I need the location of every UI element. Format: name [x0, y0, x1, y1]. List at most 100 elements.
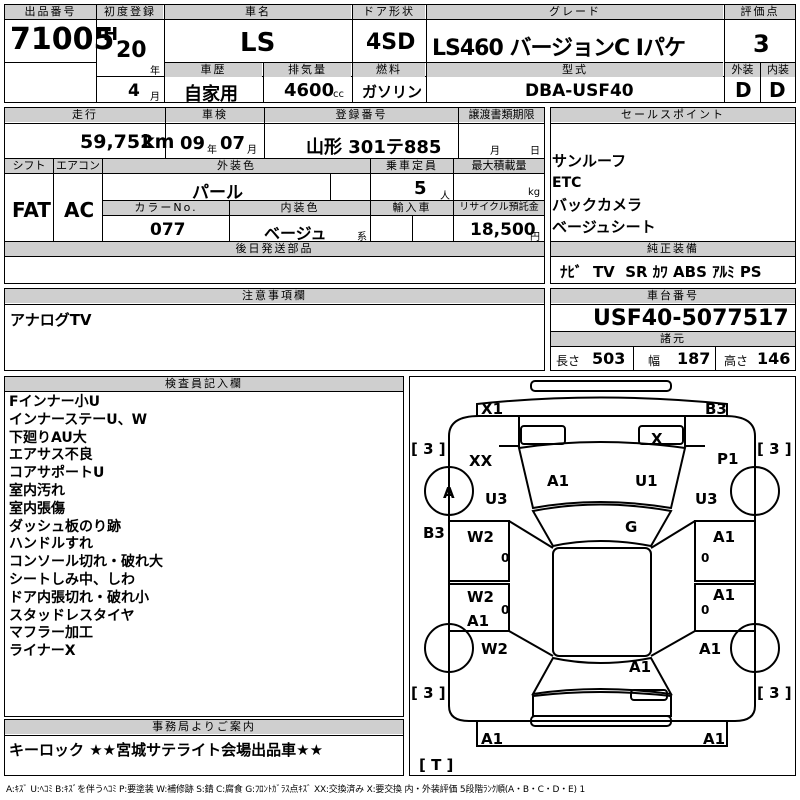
- chassis-label: 車台番号: [551, 289, 795, 303]
- year-unit: 年: [150, 66, 160, 77]
- front-panel: [476, 396, 728, 417]
- history-label: 車歴: [165, 63, 262, 77]
- inspector-note: コアサポートU: [9, 465, 105, 482]
- displacement: 4600: [284, 80, 335, 101]
- grade-label: グレード: [427, 5, 723, 19]
- office-text: キーロック ★★宮城サテライト会場出品車★★: [9, 741, 324, 759]
- height: 146: [757, 349, 791, 368]
- car-name-label: 車名: [165, 5, 351, 19]
- tire-rear-right: [ 3 ]: [757, 684, 792, 702]
- inspector-note: ハンドルすれ: [9, 536, 93, 553]
- mark-u3-right: U3: [695, 490, 718, 508]
- windshield: [531, 503, 673, 548]
- transfer-day: 日: [530, 146, 540, 157]
- tire-rear-left: [ 3 ]: [411, 684, 446, 702]
- insp-month-unit: 月: [247, 145, 257, 156]
- later-parts-label: 後日発送部品: [5, 242, 544, 256]
- car-name: LS: [240, 28, 276, 58]
- fuel: ガソリン: [362, 83, 423, 101]
- sales-point-item: サンルーフ: [552, 152, 627, 170]
- transfer-label: 譲渡書類期限: [459, 108, 544, 122]
- front-bumper: [530, 380, 672, 392]
- roof: [552, 547, 652, 657]
- mark-a1-rear-right-door: A1: [713, 586, 735, 604]
- mark-b3-left: B3: [423, 524, 445, 542]
- length: 503: [592, 349, 626, 368]
- body-outline: [448, 415, 756, 722]
- inspector-note: インナーステーU、W: [9, 411, 148, 428]
- sales-point-item: バックカメラ: [552, 196, 643, 214]
- inspector-note: 室内張傷: [9, 500, 65, 517]
- inspector-notes: Fインナー小U インナーステーU、W 下廻りAU大 エアサス不良 コアサポートU…: [9, 394, 163, 661]
- recycle-label: リサイクル預託金: [454, 201, 544, 215]
- first-reg-month: 4: [128, 81, 140, 101]
- capacity: 5: [414, 178, 427, 199]
- inspection-month: 07: [220, 133, 246, 154]
- mark-u1: U1: [635, 472, 658, 490]
- reg-no-label: 登録番号: [265, 108, 458, 122]
- recycle: 18,500: [470, 220, 536, 240]
- front-fender-inner-l: [499, 415, 520, 447]
- legend: A:ｷｽﾞ U:ﾍｺﾐ B:ｷｽﾞを伴うﾍｺﾐ P:要塗装 W:補修跡 S:錆 …: [6, 785, 585, 795]
- hood: [517, 441, 687, 510]
- car-diagram: X1 B3 [ 3 ] [ 3 ] XX X P1 A A1 U1 U3 U3 …: [411, 380, 792, 774]
- lot-number-label: 出品番号: [5, 5, 96, 19]
- mark-a1-trunk: A1: [629, 658, 651, 676]
- mark-x1: X1: [481, 400, 503, 418]
- history: 自家用: [184, 84, 238, 105]
- sales-point-item: ベージュシート: [552, 218, 656, 236]
- month-unit: 月: [150, 92, 160, 103]
- mark-b3-top: B3: [705, 400, 727, 418]
- height-label: 高さ: [724, 354, 749, 368]
- mark-x-glass: X: [651, 430, 663, 448]
- mark-zero: 0: [501, 551, 509, 565]
- mark-w2-rear: W2: [481, 640, 508, 658]
- inspection-label: 車検: [166, 108, 264, 122]
- model-label: 型式: [427, 63, 723, 77]
- mark-a1-front-right: A1: [713, 528, 735, 546]
- width-label: 幅: [648, 354, 661, 368]
- headlight-left: [520, 425, 566, 445]
- lot-number: 71005: [10, 22, 115, 57]
- office-label: 事務局よりご案内: [5, 720, 403, 734]
- sales-point-list: サンルーフ ETC バックカメラ ベージュシート: [552, 150, 656, 238]
- score-label: 評価点: [725, 5, 795, 19]
- length-label: 長さ: [556, 354, 581, 368]
- first-reg-label: 初度登録: [97, 5, 163, 19]
- mark-zero: 0: [501, 603, 509, 617]
- mark-a-left: A: [443, 484, 455, 502]
- first-reg-year: 20: [116, 38, 147, 63]
- inspector-note: 下廻りAU大: [9, 429, 87, 446]
- width: 187: [677, 349, 711, 368]
- sales-point-item: ETC: [552, 175, 582, 191]
- color-no-label: カラーNo.: [103, 201, 229, 215]
- capacity-label: 乗車定員: [371, 159, 453, 173]
- displacement-label: 排気量: [264, 63, 351, 77]
- mark-a1-rear-right: A1: [699, 640, 721, 658]
- inspector-note: エアサス不良: [9, 447, 93, 464]
- mark-u3-left: U3: [485, 490, 508, 508]
- mark-a1-bumper-left: A1: [481, 730, 503, 748]
- equipment: ﾅﾋﾞ TV SR ｶﾜ ABS ｱﾙﾐ PS: [560, 263, 762, 281]
- km-unit: km: [142, 131, 175, 153]
- color-label: 外装色: [103, 159, 370, 173]
- shift-label: シフト: [5, 159, 53, 173]
- score: 3: [753, 30, 770, 58]
- mark-g-roof: G: [625, 518, 637, 536]
- mark-w2-front: W2: [467, 528, 494, 546]
- reg-no: 山形 301テ885: [306, 137, 442, 158]
- grade: LS460 バージョンC Iパケ: [432, 36, 686, 61]
- dims-label: 諸元: [551, 332, 795, 346]
- tire-front-left: [ 3 ]: [411, 440, 446, 458]
- spare-tire-mark: [ T ]: [419, 756, 453, 774]
- transfer-month: 月: [490, 146, 500, 157]
- inspector-label: 検査員記入欄: [5, 377, 403, 391]
- mark-a1-bumper-right: A1: [703, 730, 725, 748]
- insp-year-unit: 年: [207, 145, 217, 156]
- inspector-note: ダッシュ板のり跡: [9, 518, 121, 535]
- interior-grade-label: 内装: [761, 63, 795, 77]
- inspection-year: 09: [180, 133, 206, 154]
- inspector-note: シートしみ中、しわ: [9, 571, 135, 588]
- load-unit: kg: [528, 187, 541, 198]
- equipment-label: 純正装備: [551, 242, 795, 256]
